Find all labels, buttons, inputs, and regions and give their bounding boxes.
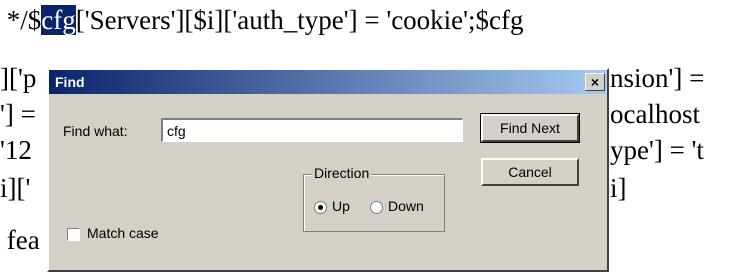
close-button[interactable]: × <box>585 73 605 91</box>
dialog-titlebar[interactable]: Find × <box>49 70 607 94</box>
match-case-checkbox[interactable] <box>67 228 80 241</box>
editor-line-1-before: */$ <box>0 5 42 35</box>
editor-line-6: fea <box>0 225 40 255</box>
editor-line-4-right: ype'] = 't <box>610 135 704 165</box>
direction-down-radio[interactable] <box>370 201 383 214</box>
close-icon: × <box>590 74 600 90</box>
editor-line-2-right: nsion'] = <box>610 63 705 93</box>
editor-line-3-right: ocalhost <box>610 99 700 129</box>
direction-label: Direction <box>312 165 372 181</box>
match-case-label[interactable]: Match case <box>87 225 159 241</box>
cancel-button[interactable]: Cancel <box>481 158 579 186</box>
editor-line-2: ]['p <box>0 63 37 93</box>
direction-down-label[interactable]: Down <box>388 198 424 214</box>
direction-up-label[interactable]: Up <box>332 198 350 214</box>
editor-line-1-after: ['Servers'][$i]['auth_type'] = 'cookie';… <box>75 5 524 35</box>
find-what-input[interactable] <box>161 118 463 142</box>
editor-line-4: '12 <box>0 135 32 165</box>
editor-line-5-right: i] <box>610 173 627 203</box>
dialog-title: Find <box>55 74 85 90</box>
editor-line-1: */$cfg['Servers'][$i]['auth_type'] = 'co… <box>0 2 524 38</box>
direction-up-radio[interactable] <box>314 201 327 214</box>
editor-line-3: '] = <box>0 99 36 129</box>
find-what-label: Find what: <box>63 123 128 139</box>
find-dialog: Find × Find what: Find Next Cancel Direc… <box>47 68 609 272</box>
find-next-button[interactable]: Find Next <box>480 113 580 143</box>
editor-line-5: i][' <box>0 173 31 203</box>
selected-text: cfg <box>41 5 76 35</box>
direction-group: Direction Up Down <box>303 165 445 232</box>
